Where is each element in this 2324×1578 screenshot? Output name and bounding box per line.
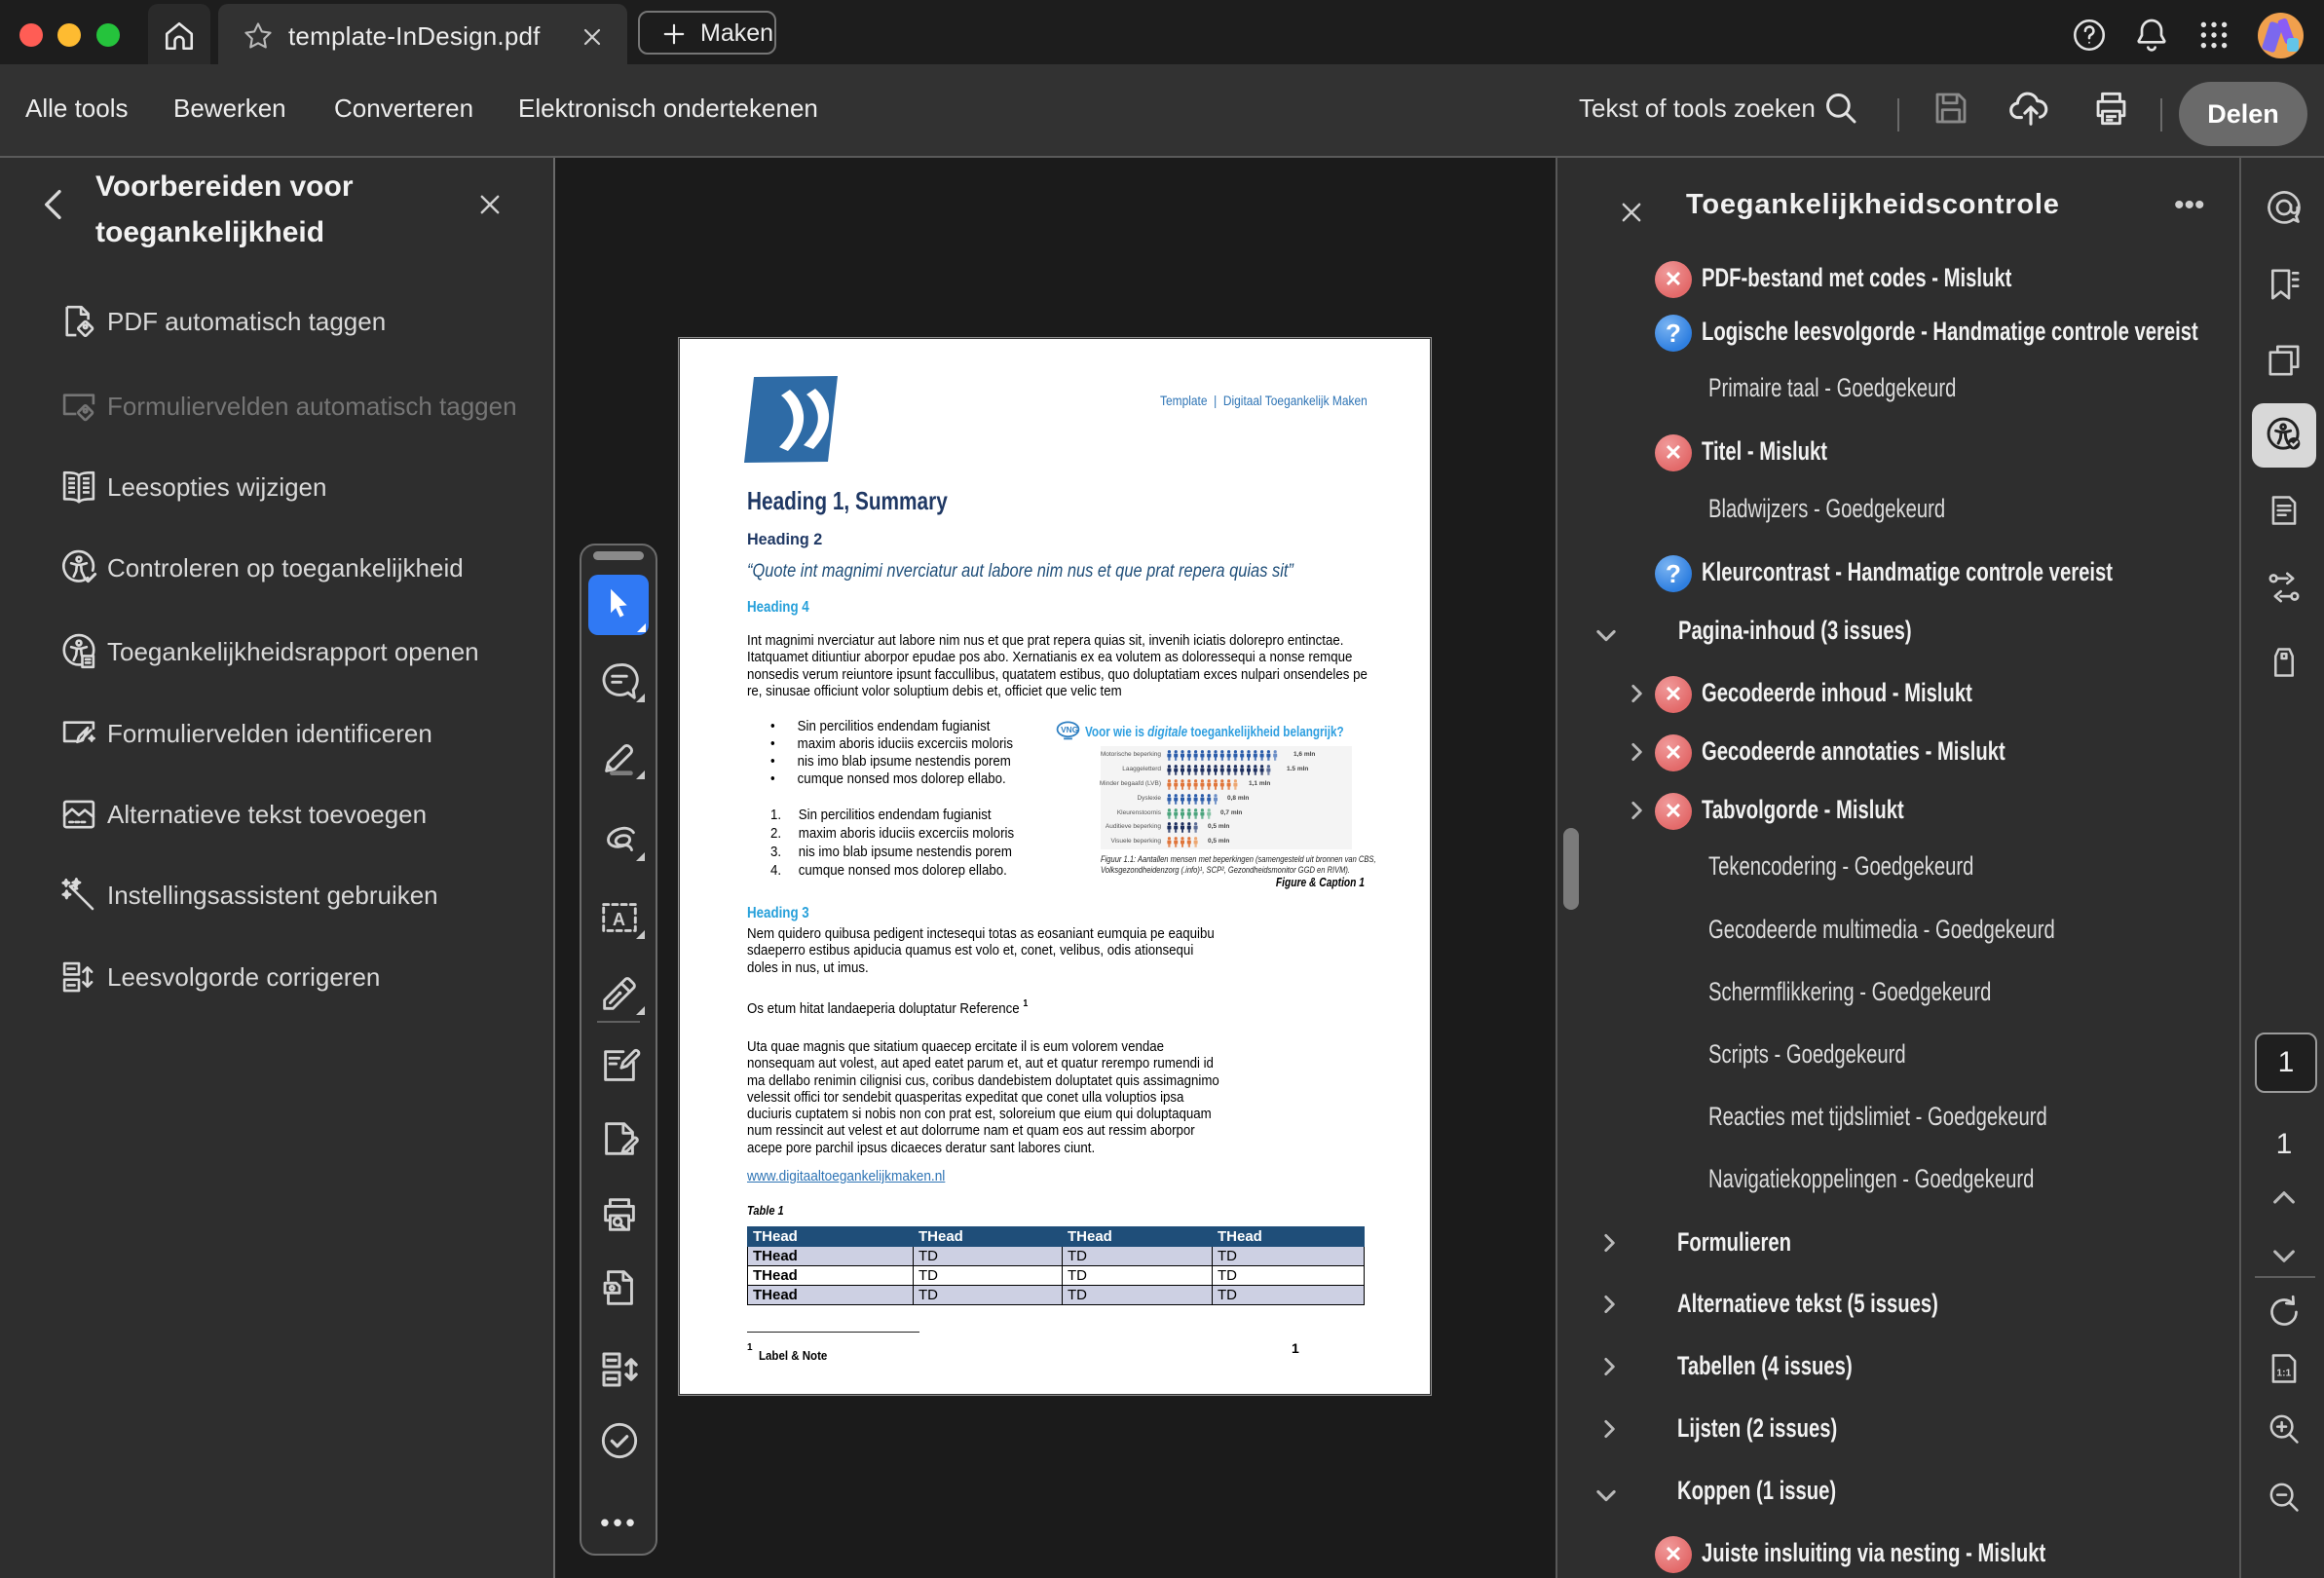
svg-text:1:1: 1:1 xyxy=(2276,1368,2291,1378)
svg-text:A: A xyxy=(613,910,625,929)
svg-text:VNG: VNG xyxy=(1061,725,1078,734)
